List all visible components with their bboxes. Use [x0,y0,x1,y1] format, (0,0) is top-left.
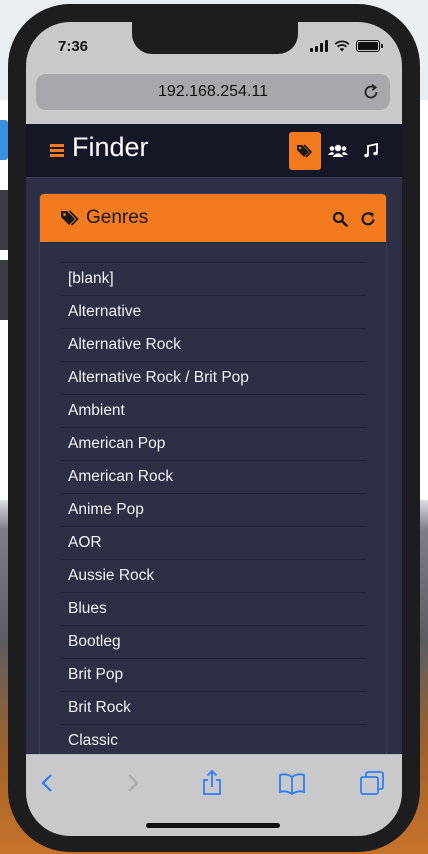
status-time: 7:36 [58,37,89,55]
genre-list-item[interactable]: Bootleg [60,626,366,659]
back-icon[interactable] [34,769,62,797]
genre-list-item[interactable]: American Rock [60,461,366,494]
genre-list-item[interactable]: AOR [60,527,366,560]
search-icon[interactable] [332,211,348,227]
genre-list-item[interactable]: American Pop [60,428,366,461]
genre-list-item[interactable]: Alternative Rock / Brit Pop [60,362,366,395]
forward-icon[interactable] [118,769,146,797]
desktop-window-fragment [0,120,8,160]
tags-icon [297,144,313,158]
reload-icon[interactable] [362,83,380,101]
genre-list-item[interactable]: Brit Pop [60,659,366,692]
music-icon [364,143,378,158]
genre-list-item[interactable]: Anime Pop [60,494,366,527]
share-icon[interactable] [198,769,226,797]
home-indicator [146,823,280,828]
nav-artists-button[interactable] [322,132,354,170]
users-icon [328,144,348,157]
url-text: 192.168.254.11 [157,83,269,100]
status-icons [310,40,383,52]
nav-genres-button[interactable] [289,132,321,170]
desktop-window-fragment [0,190,8,250]
hamburger-icon[interactable] [50,144,64,157]
phone-frame: 7:36 192.168.254.11 Finder Genres [blank… [8,4,420,852]
genres-panel-header: Genres [40,194,386,242]
genre-list-item[interactable]: Blues [60,593,366,626]
genre-list-item[interactable]: Aussie Rock [60,560,366,593]
genres-panel-title: Genres [86,207,149,228]
genre-list-item[interactable]: Alternative [60,296,366,329]
genre-list-item[interactable]: Alternative Rock [60,329,366,362]
genre-list: [blank] Alternative Alternative Rock Altern… [60,262,366,758]
genre-list-item[interactable]: Ambient [60,395,366,428]
browser-address-area: 192.168.254.11 [26,70,402,124]
genre-list-item[interactable]: Brit Rock [60,692,366,725]
browser-toolbar [26,754,402,836]
panel-actions [332,211,376,227]
refresh-icon[interactable] [360,211,376,227]
genre-list-item[interactable]: [blank] [60,263,366,296]
app-header: Finder [26,124,402,178]
nav-music-button[interactable] [355,132,387,170]
phone-notch [132,22,298,54]
desktop-window-fragment [0,260,8,320]
phone-screen: 7:36 192.168.254.11 Finder Genres [blank… [26,22,402,836]
tabs-icon[interactable] [358,769,386,797]
bookmarks-icon[interactable] [278,769,306,797]
address-bar[interactable]: 192.168.254.11 [36,74,390,110]
genres-panel: Genres [blank] Alternative Alternative Roc… [40,194,386,836]
app-title: Finder [72,132,149,162]
tags-icon [61,210,79,226]
wifi-icon [334,40,350,52]
battery-icon [356,40,383,52]
cellular-signal-icon [310,40,328,52]
